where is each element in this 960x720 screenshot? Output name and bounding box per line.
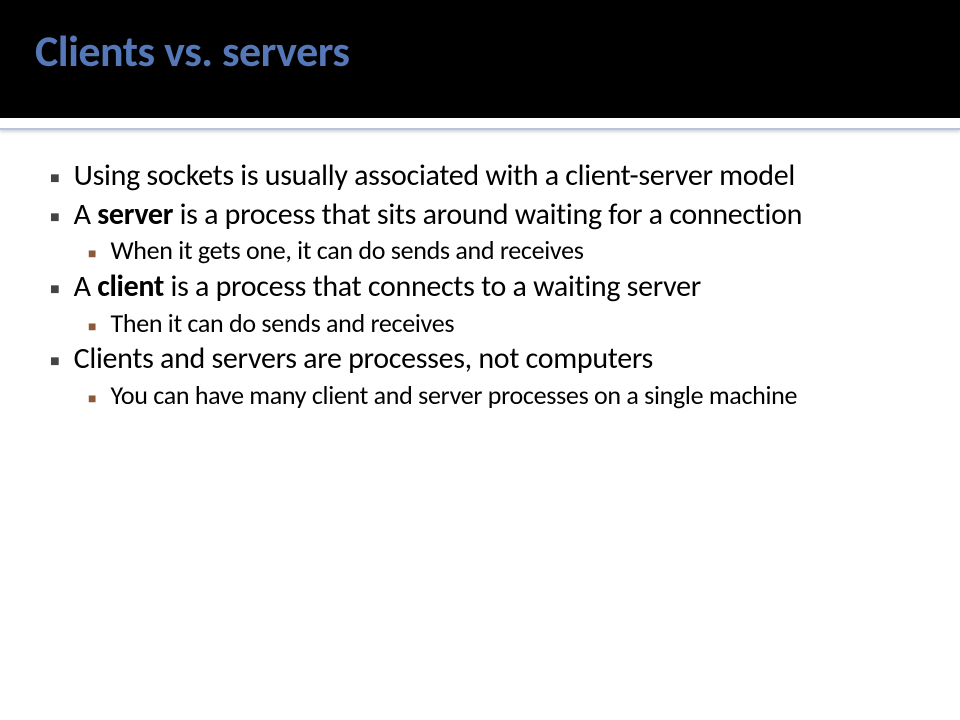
bullet-text: A server is a process that sits around w… (74, 197, 802, 234)
bold-text: client (97, 268, 164, 305)
plain-text: You can have many client and server proc… (110, 379, 797, 411)
bullet-text: A client is a process that connects to a… (74, 269, 701, 306)
bullet-level-1: ■ A server is a process that sits around … (50, 197, 910, 234)
bullet-level-2: ■ You can have many client and server pro… (88, 380, 910, 412)
bullet-text: When it gets one, it can do sends and re… (110, 235, 583, 267)
bullet-marker-icon: ■ (88, 245, 96, 262)
bullet-text: Clients and servers are processes, not c… (74, 341, 653, 378)
bullet-level-2: ■ Then it can do sends and receives (88, 308, 910, 340)
plain-text: When it gets one, it can do sends and re… (110, 234, 583, 266)
plain-text: A (74, 268, 98, 305)
bullet-text: Using sockets is usually associated with… (74, 158, 795, 195)
plain-text: Using sockets is usually associated with… (74, 157, 795, 194)
plain-text: is a process that connects to a waiting … (164, 268, 701, 305)
bold-text: server (97, 196, 173, 233)
slide-content: ■ Using sockets is usually associated wit… (0, 130, 960, 434)
bullet-marker-icon: ■ (88, 390, 96, 407)
slide-title: Clients vs. servers (35, 24, 925, 78)
bullet-marker-icon: ■ (50, 208, 60, 227)
plain-text: A (74, 196, 98, 233)
bullet-level-1: ■ Using sockets is usually associated wit… (50, 158, 910, 195)
bullet-text: You can have many client and server proc… (110, 380, 797, 412)
plain-text: is a process that sits around waiting fo… (173, 196, 802, 233)
bullet-level-1: ■ Clients and servers are processes, not … (50, 341, 910, 378)
plain-text: Then it can do sends and receives (110, 307, 454, 339)
bullet-marker-icon: ■ (50, 280, 60, 299)
bullet-marker-icon: ■ (50, 352, 60, 371)
header-divider (0, 118, 960, 130)
bullet-marker-icon: ■ (88, 318, 96, 335)
bullet-level-2: ■ When it gets one, it can do sends and r… (88, 235, 910, 267)
plain-text: Clients and servers are processes, not c… (74, 340, 653, 377)
bullet-marker-icon: ■ (50, 169, 60, 188)
bullet-text: Then it can do sends and receives (110, 308, 454, 340)
bullet-level-1: ■ A client is a process that connects to … (50, 269, 910, 306)
slide-header: Clients vs. servers (0, 0, 960, 118)
